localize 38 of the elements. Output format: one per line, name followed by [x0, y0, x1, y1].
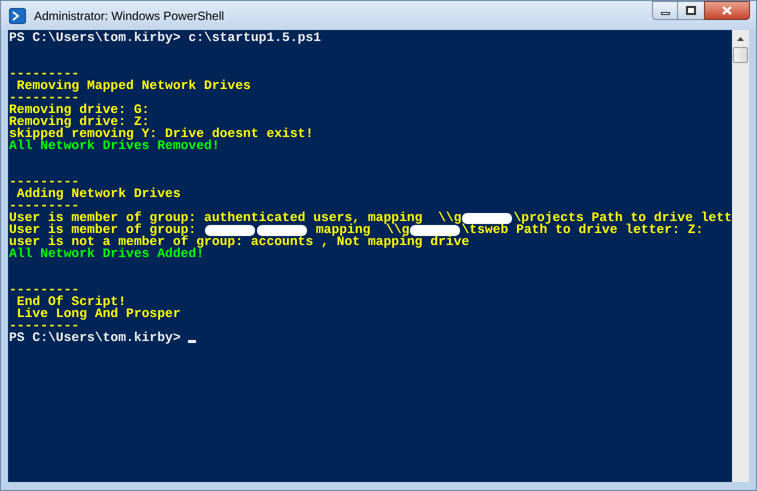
- redaction-mark: [410, 224, 460, 236]
- maximize-icon: [686, 6, 696, 15]
- console-text: Removing drive: Z:: [9, 116, 150, 128]
- console-text: skipped removing Y: Drive doesnt exist!: [9, 128, 314, 140]
- scrollbar[interactable]: [732, 30, 749, 482]
- console-text: All Network Drives Removed!: [9, 140, 220, 152]
- close-icon: [722, 6, 732, 15]
- console-text: Adding Network Drives: [16, 188, 181, 200]
- console-text: \tsweb Path to drive letter: Z:: [461, 224, 704, 236]
- console-text: PS C:\Users\tom.kirby>: [9, 332, 182, 344]
- console-text: user is not a member of group: accounts , Not mapping drive: [9, 236, 470, 248]
- console-text: ---------: [9, 68, 80, 80]
- console-text: \projects Path to drive lett: [513, 212, 732, 224]
- redaction-mark: [257, 224, 308, 236]
- minimize-button[interactable]: [652, 1, 678, 20]
- console-text: Removing drive: G:: [9, 104, 150, 116]
- console-text: PS C:\Users\tom.kirby> c:\startup1.5.ps1: [9, 32, 322, 44]
- redaction-mark: [462, 212, 512, 224]
- console-text: Removing Mapped Network Drives: [16, 80, 251, 92]
- console-text: User is member of group:: [9, 224, 198, 236]
- console-text: ---------: [9, 200, 80, 212]
- scroll-thumb[interactable]: [733, 47, 748, 63]
- minimize-icon: [660, 12, 670, 15]
- console-text: User is member of group: authenticated users, mapping \\g: [9, 212, 462, 224]
- console-text: mapping \\g: [316, 224, 410, 236]
- window-title: Administrator: Windows PowerShell: [34, 8, 224, 24]
- console-text: ---------: [9, 92, 80, 104]
- close-button[interactable]: [704, 1, 750, 20]
- console-text: ---------: [9, 320, 80, 332]
- console-text: Live Long And Prosper: [16, 308, 181, 320]
- maximize-button[interactable]: [678, 1, 704, 20]
- terminal-icon: [9, 8, 26, 24]
- console-text: End Of Script!: [16, 296, 126, 308]
- up-arrow-icon: [737, 36, 744, 40]
- console-text: All Network Drives Added!: [9, 248, 204, 260]
- console-text: ---------: [9, 176, 80, 188]
- redaction-mark: [205, 224, 256, 236]
- console-text: ---------: [9, 284, 80, 296]
